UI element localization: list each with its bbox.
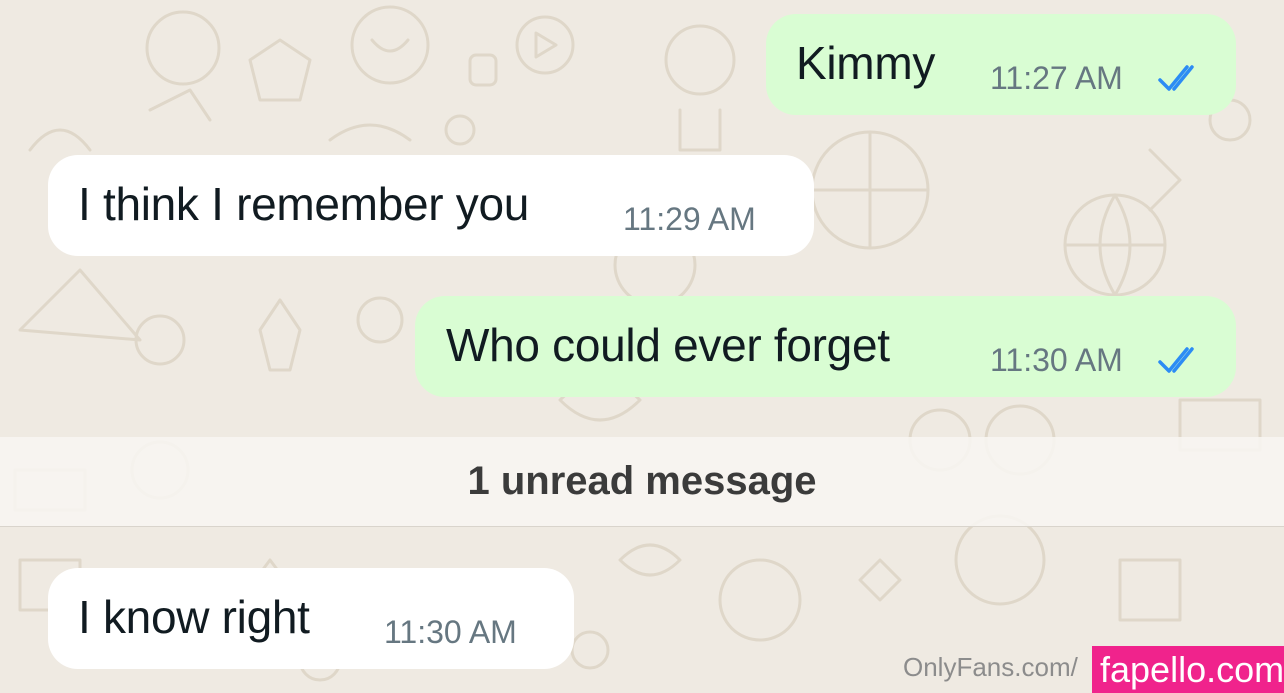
double-check-read-icon: [1158, 347, 1194, 373]
unread-divider-label: 1 unread message: [467, 459, 817, 503]
message-text: Kimmy: [796, 37, 936, 89]
double-check-read-icon: [1158, 65, 1194, 91]
message-bubble-outgoing[interactable]: Kimmy 11:27 AM: [766, 14, 1236, 115]
message-bubble-incoming[interactable]: I think I remember you 11:29 AM: [48, 155, 814, 256]
onlyfans-watermark: OnlyFans.com/: [903, 652, 1078, 682]
message-text: I think I remember you: [78, 178, 530, 230]
message-timestamp: 11:30 AM: [990, 342, 1123, 378]
message-bubble-incoming[interactable]: I know right 11:30 AM: [48, 568, 574, 669]
message-text: Who could ever forget: [446, 319, 890, 371]
fapello-watermark-badge: fapello.com: [1092, 646, 1284, 693]
message-bubble-outgoing[interactable]: Who could ever forget 11:30 AM: [415, 296, 1236, 397]
message-timestamp: 11:27 AM: [990, 60, 1123, 96]
fapello-watermark-text: fapello.com: [1100, 649, 1284, 690]
message-text: I know right: [78, 591, 310, 643]
message-timestamp: 11:30 AM: [384, 614, 517, 650]
message-timestamp: 11:29 AM: [623, 201, 756, 237]
unread-divider: 1 unread message: [0, 437, 1284, 527]
